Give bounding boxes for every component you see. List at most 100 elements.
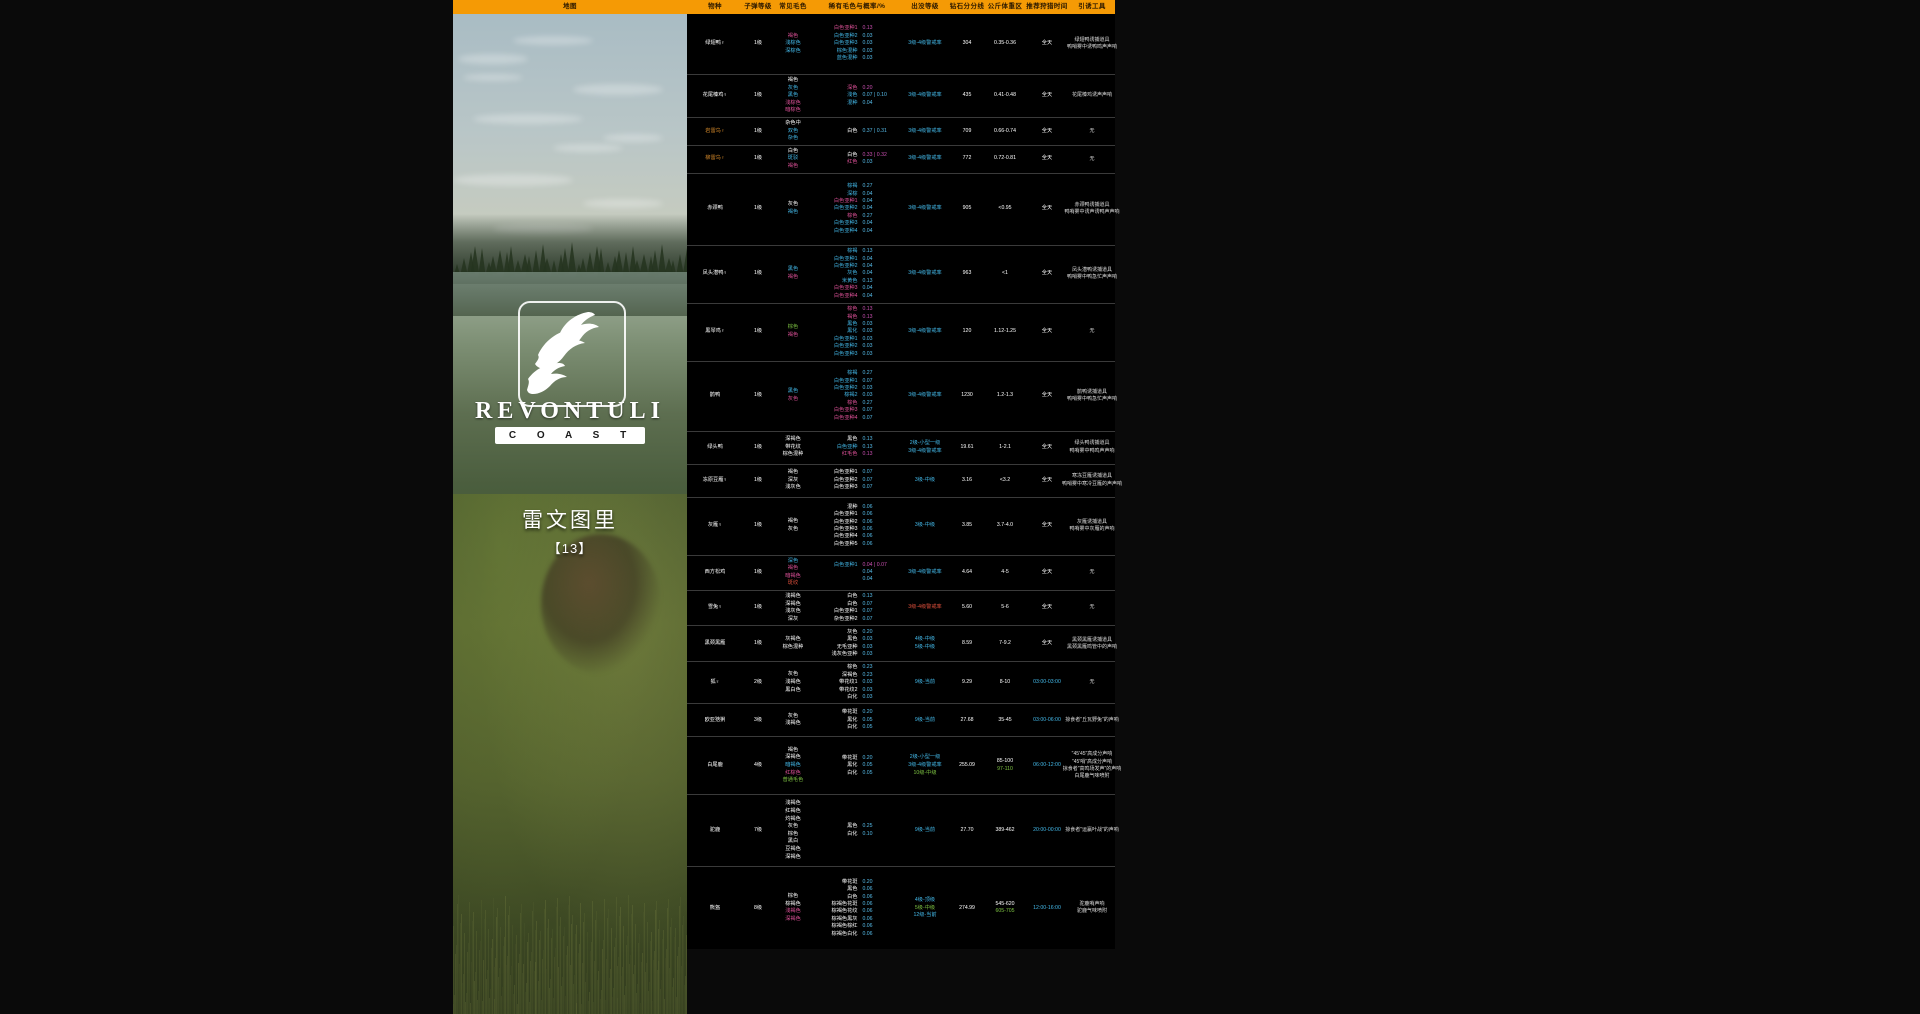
table-row[interactable]: 狐♀ 2级 灰色 浅褐色 黑白色 棕色 0.23 深褐色 0.23 带花纹1 0.03 带花纹2 0.0… <box>687 662 1115 705</box>
rare-color-row: 白色亚种1 0.04 <box>814 198 900 205</box>
cell-species: 黑琴鸡♀ <box>687 304 743 361</box>
hunt-time: 12:00-16:00 <box>1033 904 1061 911</box>
rare-color-probability: 0.05 <box>862 769 873 776</box>
species-name: 驼鹿 <box>709 827 721 834</box>
cell-species: 狐♀ <box>687 662 743 703</box>
common-color: 灰色 <box>787 526 799 533</box>
table-row[interactable]: 赤颈鸭 1级 灰色 褐色 棕褐 0.27 深棕 0.04 白色亚种1 0.04 白色亚种2 0.04 棕… <box>687 173 1120 246</box>
rare-color-name: 杂色亚种2 <box>833 615 858 622</box>
grass-blade <box>469 902 470 1014</box>
rare-color-row: 黑色 0.13 <box>814 436 900 443</box>
rare-color-name: 黑色 <box>847 636 858 643</box>
rare-color-probability: 0.06 <box>862 518 873 525</box>
rare-color-row: 黑色 0.25 <box>814 823 900 830</box>
cell-trophy-rating: 2级-小型一级 3级-4级警戒率 <box>901 432 949 464</box>
lure-tool: 绿头鸭诱捕道具 <box>1074 440 1110 447</box>
rare-color-name: 带花纹2 <box>839 686 858 693</box>
table-row[interactable]: 花尾榛鸡♀ 1级 褐色 灰色 黑色 浅棕色 暗棕色 深色 0.20 浅色 0.07 | 0.10 混种… <box>687 75 1115 118</box>
table-row[interactable]: 绿头鸭 1级 深褐色 带花纹 棕色混种 黑色 0.13 白色亚种 0.13 红毛色 0.13 2级-小… <box>687 431 1115 465</box>
rare-color-row: 白色亚种3 0.03 <box>814 40 900 47</box>
rare-color-row: 带花斑 0.20 <box>814 709 900 716</box>
table-row[interactable]: 雪兔♀ 1级 浅褐色 深褐色 浅灰色 深灰 白色 0.13 白色 0.07 白色亚种1 0.07 杂色亚… <box>687 590 1115 627</box>
table-row[interactable]: 白尾鹿 4级 褐色 深褐色 暗褐色 红棕色 普通毛色 带花斑 0.20 黑化 0.05 白化 0.05 2… <box>687 737 1121 796</box>
grass-blade <box>490 989 491 1014</box>
rare-color-row: 黑化 0.03 <box>814 328 900 335</box>
table-row[interactable]: 灰雁♀ 1级 褐色 灰色 混种 0.06 白色亚种1 0.06 白色亚种2 0.06 白色亚种3 0.… <box>687 497 1115 556</box>
rare-color-row: 白色亚种1 0.04 | 0.07 <box>814 562 900 569</box>
grass-blade <box>492 939 493 1014</box>
rare-color-name: 白色亚种2 <box>833 205 858 212</box>
common-color: 深褐色 <box>785 436 801 443</box>
cell-lure-tool: 凤头潜鸭诱捕道具 鸭哨雾中鸭急忙声声响 <box>1067 246 1117 303</box>
grass-blade <box>488 929 489 1014</box>
cell-species: 白尾鹿 <box>687 737 743 794</box>
trophy-rating: 3级-4级警戒率 <box>908 762 942 769</box>
table-row[interactable]: 欧亚猞猁 3级 灰色 浅褐色 带花斑 0.20 黑化 0.05 白化 0.05 9级-当前 27.68… <box>687 704 1119 738</box>
hunt-time: 全天 <box>1041 604 1053 611</box>
cell-hunt-time: 全天 <box>1025 556 1069 590</box>
species-name: 西方松鸡 <box>704 568 726 575</box>
table-row[interactable]: 西方松鸡 1级 深色 褐色 暗褐色 斑纹 白色亚种1 0.04 | 0.07 0.04 0.04 3… <box>687 555 1115 591</box>
table-row[interactable]: 凤头潜鸭♀ 1级 黑色 褐色 棕褐 0.13 白色亚种1 0.04 白色亚种2 0.04 灰色 0.0… <box>687 245 1117 304</box>
table-row[interactable]: 绿翅鸭♀ 1级 褐色 浅棕色 深棕色 白色亚种1 0.13 白色亚种2 0.03 白色亚种3 0.0… <box>687 14 1117 75</box>
table-row[interactable]: 柳雷鸟♀ 1级 白色 斑驳 褐色 白色 0.33 | 0.32 红色 0.03 3级-4级警戒率 7… <box>687 145 1115 174</box>
cloud <box>473 114 583 124</box>
species-name: 鹊鸭 <box>709 392 721 399</box>
grass-blade <box>632 905 633 1014</box>
grass-blade <box>668 899 669 1014</box>
rare-color-probability: 0.04 <box>862 292 873 299</box>
cell-diamond-score: 963 <box>949 246 985 303</box>
hunt-time: 全天 <box>1041 392 1053 399</box>
grass-blade <box>478 991 479 1014</box>
diamond-score: 3.85 <box>961 522 973 529</box>
lure-tool: 无 <box>1089 569 1095 576</box>
weight-range: 85-100 <box>996 758 1014 765</box>
species-name: 柳雷鸟♀ <box>705 155 725 162</box>
cell-diamond-score: 274.99 <box>949 867 985 949</box>
table-row[interactable]: 黑颈黑雁 1级 灰褐色 棕色混种 灰色 0.20 黑色 0.03 无毛亚种 0.03 浅灰色亚种 0.… <box>687 626 1117 663</box>
table-row[interactable]: 黑琴鸡♀ 1级 棕色 褐色 棕色 0.13 褐色 0.13 黑色 0.03 黑化 0.03 白色亚种1 0… <box>687 303 1115 362</box>
weight-range: 1.2-1.3 <box>996 392 1014 399</box>
cell-ammo-class: 1级 <box>743 465 773 497</box>
grass-blade <box>646 963 647 1014</box>
weight-range: 0.35-0.36 <box>994 40 1016 47</box>
cell-common-colors: 棕色 棕褐色 浅褐色 深褐色 <box>773 867 813 949</box>
diamond-score: 4.64 <box>961 568 973 575</box>
cell-weight-range: 0.35-0.36 <box>985 14 1025 74</box>
cell-hunt-time: 全天 <box>1025 362 1069 431</box>
grass-blade <box>487 970 488 1014</box>
diamond-score: 27.70 <box>960 827 974 834</box>
grass-blade <box>599 930 600 1014</box>
grass-blade <box>550 979 551 1014</box>
cell-rare-colors: 灰色 0.20 黑色 0.03 无毛亚种 0.03 浅灰色亚种 0.03 <box>813 626 901 661</box>
cell-hunt-time: 全天 <box>1025 146 1069 173</box>
grass-blade <box>611 928 612 1014</box>
common-color: 灰色 <box>787 396 799 403</box>
table-row[interactable]: 冻原豆雁♀ 1级 褐色 深灰 浅灰色 白色亚种1 0.07 白色亚种2 0.07 白色亚种3 0.0… <box>687 464 1122 498</box>
rare-color-name: 带花斑 <box>841 709 858 716</box>
cell-trophy-rating: 3级-4级警戒率 <box>901 75 949 117</box>
rare-color-row: 白色亚种1 0.07 <box>814 608 900 615</box>
cell-common-colors: 棕色 褐色 <box>773 304 813 361</box>
cell-rare-colors: 混种 0.06 白色亚种1 0.06 白色亚种2 0.06 白色亚种3 0.06 白色亚种4 0.… <box>813 498 901 555</box>
cell-common-colors: 杂色中 双色 杂色 <box>773 118 813 145</box>
common-color: 豆褐色 <box>785 846 801 852</box>
ammo-class: 7级 <box>753 827 763 834</box>
table-row[interactable]: 鹊鸭 1级 黑色 灰色 棕褐 0.27 白色亚种1 0.07 白色亚种2 0.03 棕褐2 0.03 棕… <box>687 361 1117 432</box>
table-row[interactable]: 熊盔 8级 棕色 棕褐色 浅褐色 深褐色 带花斑 0.20 黑色 0.06 白色 0.06 棕褐色花斑 0… <box>687 867 1115 950</box>
grass-blade <box>546 969 547 1014</box>
grass-blade <box>589 992 590 1014</box>
weight-range: 389-462 <box>995 827 1015 834</box>
rare-color-name: 黑化 <box>847 328 858 335</box>
diamond-score: 304 <box>962 40 972 47</box>
cell-lure-tool: 绿头鸭诱捕道具 鸭哨雾中鸭鸣声声响 <box>1069 432 1115 464</box>
rare-color-probability: 0.04 <box>862 569 873 576</box>
table-row[interactable]: 岩雷鸟♀ 1级 杂色中 双色 杂色 白色 0.37 | 0.31 3级-4级警戒率 709 0.6… <box>687 117 1115 146</box>
rare-color-row: 白色亚种3 0.07 <box>814 484 900 491</box>
common-color: 黑色 <box>787 266 799 273</box>
cell-ammo-class: 2级 <box>743 662 773 703</box>
table-row[interactable]: 驼鹿 7级 浅褐色 红褐色 灼褐色 灰色 棕色 黑白 豆褐色 深褐色 黑色 0.25 白化 0.10 9级-… <box>687 795 1119 868</box>
grass-blade <box>671 918 672 1014</box>
rare-color-row: 深褐色 0.23 <box>814 672 900 679</box>
rare-color-probability: 0.07 <box>862 469 873 476</box>
